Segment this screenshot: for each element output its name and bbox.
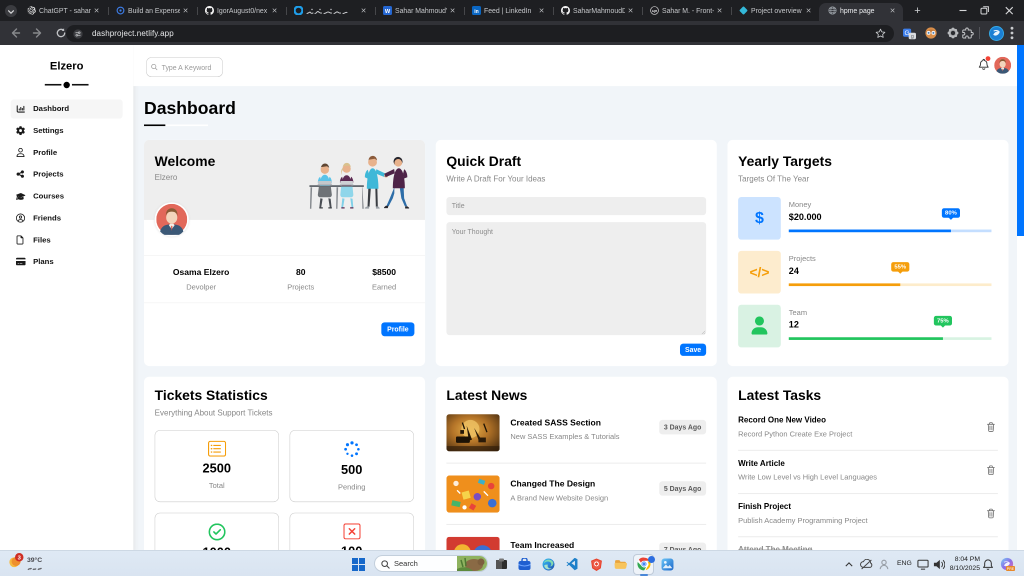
svg-text:PRE: PRE	[1007, 567, 1015, 571]
svg-text:W: W	[385, 9, 391, 15]
svg-text:g: g	[911, 34, 914, 40]
svg-text:in: in	[474, 9, 479, 15]
svg-text:up: up	[652, 8, 657, 13]
